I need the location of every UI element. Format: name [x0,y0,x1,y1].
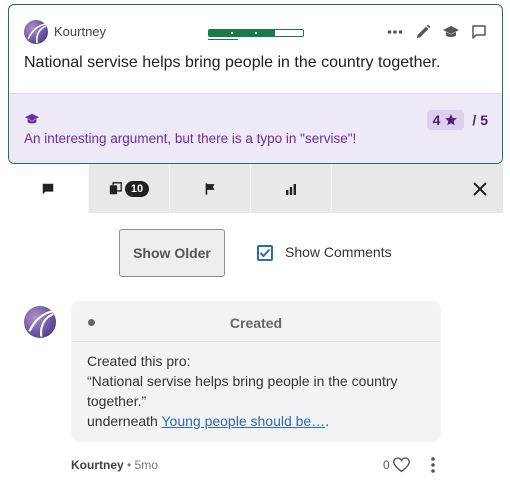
activity-header: Created [71,301,441,342]
more-horizontal-icon[interactable] [386,23,404,41]
claim-card: Kourtney National servise helps bring pe… [8,4,503,164]
review-panel: An interesting argument, but there is a … [9,93,502,163]
graduation-cap-icon [24,112,40,131]
show-older-button[interactable]: Show Older [119,229,225,277]
activity-body: Created this pro: “National servise help… [87,351,421,431]
like-count: 0 [383,458,390,472]
bar-chart-icon [286,183,296,195]
activity-parent: underneath Young people should be…. [87,411,421,431]
avatar[interactable] [24,306,56,338]
activity-author[interactable]: Kourtney [71,458,124,472]
period-text: . [325,413,330,429]
close-button[interactable] [457,164,503,213]
graduation-cap-icon[interactable] [442,23,460,41]
tab-stats[interactable] [251,164,332,213]
close-icon [473,181,487,196]
star-icon [445,114,458,126]
underneath-text: underneath [87,413,162,429]
activity-line: Created this pro: [87,353,191,369]
rating: 4 / 5 [426,110,488,130]
activity-title: Created [229,315,283,331]
tab-spacer [332,164,457,213]
parent-claim-link[interactable]: Young people should be… [161,413,325,429]
copy-icon [109,182,122,195]
avatar[interactable] [24,20,48,44]
progress-tick [279,32,281,34]
activity-time: • 5mo [127,458,158,472]
like-control[interactable]: 0 [383,457,410,473]
author-name[interactable]: Kourtney [54,24,106,39]
tab-copies[interactable]: 10 [89,164,170,213]
tab-flag[interactable] [170,164,251,213]
pencil-icon[interactable] [414,23,432,41]
review-text: An interesting argument, but there is a … [24,131,357,146]
flag-icon [205,182,215,195]
claim-text: National servise helps bring people in t… [24,54,441,71]
show-comments-label[interactable]: Show Comments [285,244,392,260]
claim-header: Kourtney National servise helps bring pe… [9,5,502,93]
comment-icon[interactable] [470,23,488,41]
checkmark-icon [259,248,271,258]
progress-fill [209,30,275,36]
rating-badge[interactable]: 4 [426,110,465,130]
progress-tick [255,32,257,34]
show-comments-checkbox[interactable] [257,245,273,261]
more-vertical-icon[interactable] [424,456,442,479]
rating-out-of: / 5 [472,112,488,128]
progress-underline [208,39,238,40]
claim-progress-bar [208,29,304,37]
rating-value: 4 [432,112,441,128]
tab-bar: 10 [8,164,503,213]
activity-card: Created Created this pro: “National serv… [71,301,441,442]
activity-quote: “National servise helps bring people in … [87,373,398,409]
count-badge: 10 [124,180,150,197]
comment-icon [42,183,54,194]
heart-icon[interactable] [392,457,410,473]
progress-tick [231,32,233,34]
tab-comments[interactable] [8,164,89,213]
claim-actions [386,23,488,41]
activity-meta: Kourtney • 5mo [71,458,158,472]
